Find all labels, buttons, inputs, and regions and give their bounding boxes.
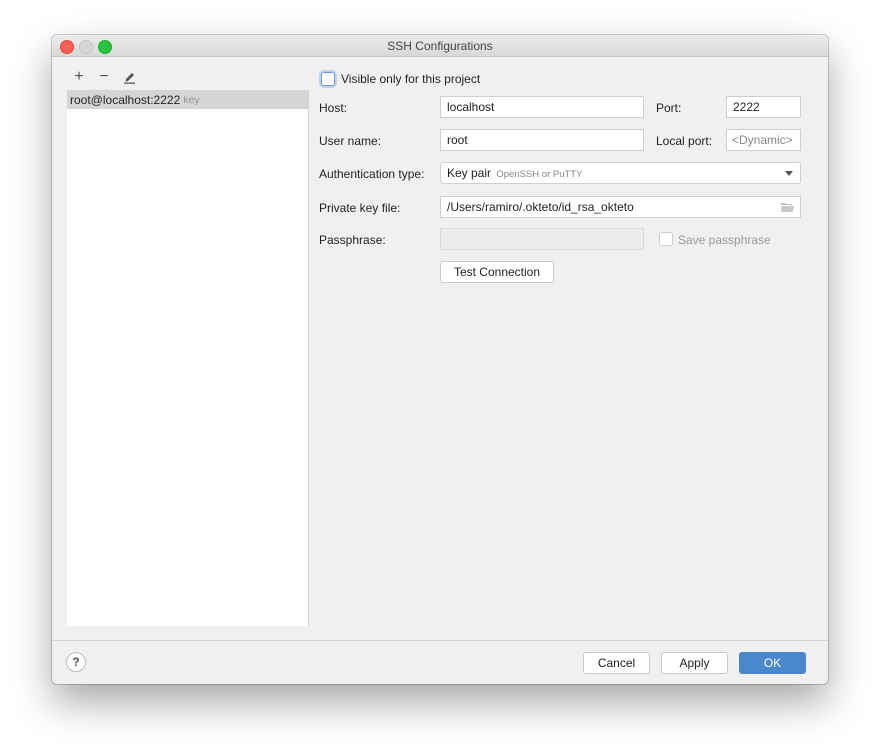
private-key-input[interactable]: /Users/ramiro/.okteto/id_rsa_okteto — [440, 196, 801, 218]
port-label: Port: — [656, 101, 682, 115]
minus-icon: − — [99, 68, 109, 85]
chevron-down-icon — [785, 171, 793, 176]
list-item-label: root@localhost:2222 — [70, 92, 181, 107]
auth-type-select[interactable]: Key pair OpenSSH or PuTTY — [440, 162, 801, 184]
list-item-hint: key — [183, 93, 200, 106]
save-passphrase-label: Save passphrase — [678, 233, 771, 247]
local-port-label: Local port: — [656, 134, 713, 148]
passphrase-label: Passphrase: — [319, 233, 386, 247]
username-label: User name: — [319, 134, 382, 148]
username-input[interactable]: root — [440, 129, 644, 151]
save-passphrase-checkbox[interactable] — [659, 232, 673, 246]
private-key-label: Private key file: — [319, 201, 401, 215]
auth-type-label: Authentication type: — [319, 167, 425, 181]
folder-icon[interactable] — [781, 202, 794, 212]
visible-only-checkbox[interactable] — [321, 72, 335, 86]
visible-only-label: Visible only for this project — [341, 72, 481, 86]
test-connection-button[interactable]: Test Connection — [440, 261, 554, 283]
footer-divider — [52, 640, 828, 641]
ssh-config-list: root@localhost:2222 key — [67, 90, 309, 626]
private-key-value: /Users/ramiro/.okteto/id_rsa_okteto — [447, 200, 634, 214]
pencil-icon — [123, 73, 135, 84]
cancel-button[interactable]: Cancel — [583, 652, 650, 674]
list-item[interactable]: root@localhost:2222 key — [67, 90, 308, 109]
port-input[interactable]: 2222 — [726, 96, 801, 118]
plus-icon: + — [74, 68, 84, 85]
list-toolbar: + − — [72, 68, 136, 86]
add-button[interactable]: + — [72, 68, 86, 85]
ok-button[interactable]: OK — [739, 652, 806, 674]
passphrase-input[interactable] — [440, 228, 644, 250]
apply-button[interactable]: Apply — [661, 652, 728, 674]
title-bar: SSH Configurations — [52, 35, 828, 57]
auth-type-hint: OpenSSH or PuTTY — [496, 169, 583, 180]
help-button[interactable]: ? — [66, 652, 86, 672]
auth-type-value: Key pair — [447, 166, 492, 180]
local-port-input[interactable]: <Dynamic> — [726, 129, 801, 151]
remove-button[interactable]: − — [97, 68, 111, 85]
host-input[interactable]: localhost — [440, 96, 644, 118]
ssh-configurations-dialog: SSH Configurations + − root@localhost:22… — [52, 35, 828, 684]
edit-button[interactable] — [122, 69, 136, 85]
host-label: Host: — [319, 101, 348, 115]
window-title: SSH Configurations — [387, 39, 493, 53]
